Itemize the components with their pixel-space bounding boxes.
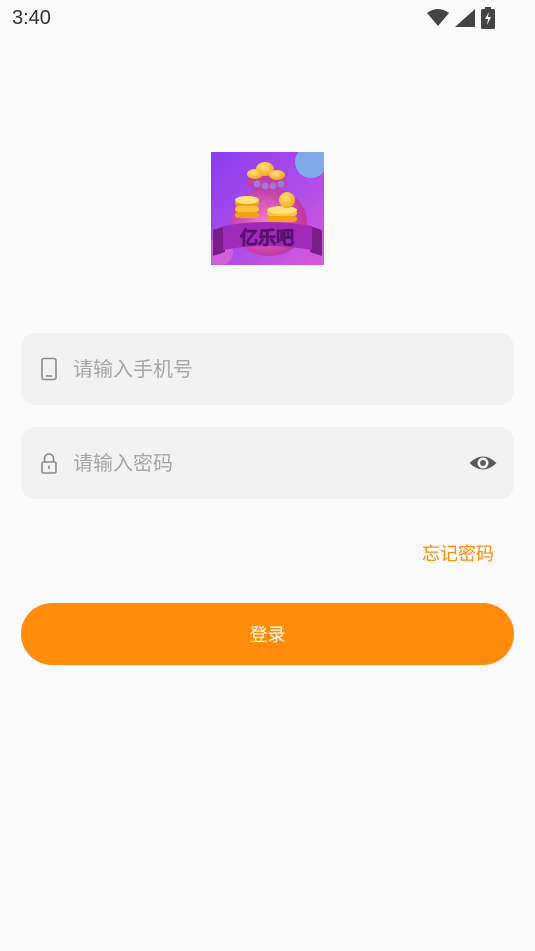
phone-input[interactable] [73,333,453,405]
status-icons [427,7,495,29]
password-input[interactable] [73,427,453,499]
cellular-signal-icon [455,9,475,27]
eye-icon[interactable] [468,449,498,477]
wifi-icon [427,9,449,26]
forgot-password-link[interactable]: 忘记密码 [422,540,494,566]
phone-field[interactable] [21,333,514,405]
battery-icon [481,7,495,29]
status-time: 3:40 [12,7,51,29]
password-field[interactable] [21,427,514,499]
app-logo-text: 亿乐吧 [240,227,294,249]
status-bar: 3:40 [0,0,535,38]
login-button[interactable]: 登录 [21,603,514,665]
lock-icon [39,451,59,475]
phone-icon [39,357,59,381]
app-logo: 亿乐吧 [205,146,327,266]
